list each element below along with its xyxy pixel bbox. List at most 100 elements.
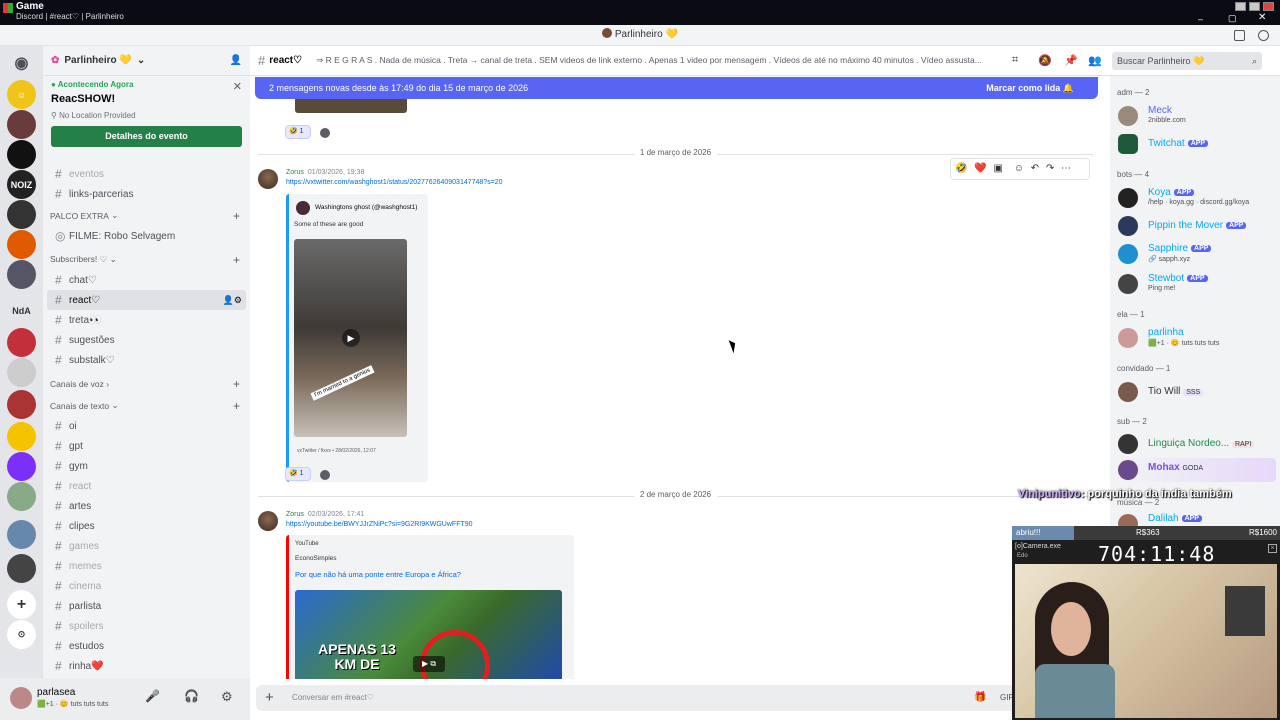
avatar[interactable] [10, 687, 32, 709]
embed-channel[interactable]: EconoSimples [295, 555, 337, 562]
add-reaction-icon[interactable] [320, 470, 330, 480]
channel-parlista[interactable]: # parlista [47, 596, 246, 616]
add-channel-icon[interactable]: + [233, 209, 240, 223]
pin-icon[interactable]: 📌 [1064, 54, 1078, 67]
gift-icon[interactable]: 🎁 [974, 685, 986, 711]
channel-gpt[interactable]: # gpt [47, 436, 246, 456]
forward-icon[interactable]: ↷ [1046, 163, 1054, 174]
reply-icon[interactable]: ↶ [1031, 163, 1039, 174]
server-header[interactable]: ✿ Parlinheiro 💛 ⌄ 👤 [43, 46, 250, 76]
stage-channel[interactable]: ◎ FILME: Robo Selvagem [47, 226, 246, 246]
server-icon-nda[interactable]: NdA [7, 296, 36, 325]
avatar[interactable] [258, 511, 278, 531]
channel-topic[interactable]: ⇒ R E G R A S . Nada de música . Treta →… [316, 55, 1006, 66]
event-details-button[interactable]: Detalhes do evento [51, 126, 242, 147]
channel-react[interactable]: # react [47, 476, 246, 496]
reaction-chip[interactable]: 🤣 1 [285, 467, 311, 481]
member-parlinha[interactable]: parlinha 🟩+1 · 😊 tuts tuts tuts [1118, 326, 1278, 350]
add-channel-icon[interactable]: + [233, 253, 240, 267]
message-author[interactable]: Zorus 02/03/2026, 17:41 [286, 511, 364, 518]
add-channel-icon[interactable]: + [233, 377, 240, 391]
new-messages-bar[interactable]: 2 mensagens novas desde às 17:49 do dia … [255, 77, 1098, 99]
invite-icon[interactable]: 👤 [230, 55, 242, 66]
server-icon-8[interactable] [7, 390, 36, 419]
member-meck[interactable]: Meck 2nibble.com [1118, 104, 1278, 128]
server-icon-7[interactable] [7, 358, 36, 387]
server-icon-11[interactable] [7, 554, 36, 583]
threads-icon[interactable]: ⌗ [1012, 54, 1018, 67]
close-icon[interactable]: ✕ [233, 80, 242, 93]
channel-memes[interactable]: # memes [47, 556, 246, 576]
category-texto[interactable]: Canais de texto ⌄ + [43, 395, 250, 416]
server-icon-noiz[interactable]: NOIZ [7, 170, 36, 199]
channel-games[interactable]: # games [47, 536, 246, 556]
close-icon[interactable]: × [1268, 544, 1277, 553]
user-settings-gear-icon[interactable]: ⚙ [221, 689, 233, 705]
member-mohax[interactable]: Mohax GODA [1118, 458, 1276, 482]
notification-bell-icon[interactable]: 🔕 [1038, 54, 1052, 67]
win-max-icon[interactable]: ▢ [1228, 13, 1237, 24]
channel-spoilers[interactable]: # spoilers [47, 616, 246, 636]
sticker-icon[interactable]: ▣ [993, 163, 1002, 174]
channel-sugestoes[interactable]: # sugestões [47, 330, 246, 350]
search-input[interactable]: Buscar Parlinheiro 💛 ⌕ [1112, 52, 1262, 70]
mark-as-read-button[interactable]: Marcar como lida 🔔 [986, 77, 1074, 99]
member-sapphire[interactable]: Sapphire APP 🔗 sapph.xyz [1118, 242, 1278, 266]
embed-thumbnail[interactable]: APENAS 13 KM DE ▶ ⧉ [295, 590, 562, 679]
minimize-icon[interactable] [1235, 2, 1246, 11]
member-pippin[interactable]: Pippin the Mover APP [1118, 214, 1278, 238]
channel-clipes[interactable]: # clipes [47, 516, 246, 536]
avatar[interactable] [258, 169, 278, 189]
server-folder-2[interactable] [7, 520, 36, 549]
play-icon[interactable]: ▶ [342, 329, 360, 347]
member-tio-will[interactable]: Tio Will SSS [1118, 380, 1278, 404]
channel-treta[interactable]: # treta👀 [47, 310, 246, 330]
server-icon-2[interactable] [7, 140, 36, 169]
message-author[interactable]: Zorus 01/03/2026, 19:38 [286, 169, 364, 176]
member-list-icon[interactable]: 👥 [1088, 54, 1102, 67]
channel-chat[interactable]: # chat♡ [47, 270, 246, 290]
server-icon-5[interactable] [7, 260, 36, 289]
channel-artes[interactable]: # artes [47, 496, 246, 516]
quick-reaction-heart[interactable]: ❤️ [974, 163, 986, 174]
member-koya[interactable]: Koya APP/help · koya.gg · discord.gg/koya [1118, 186, 1278, 210]
category-voz[interactable]: Canais de voz › + [43, 373, 250, 394]
server-icon-10[interactable] [7, 452, 36, 481]
category-subscribers[interactable]: Subscribers! ♡ ⌄ + [43, 249, 250, 270]
add-reaction-icon[interactable] [320, 128, 330, 138]
embed-video[interactable]: ▶ I'm married to a genius [294, 239, 407, 437]
server-icon-smile[interactable]: ☺ [7, 80, 36, 109]
headphones-icon[interactable]: 🎧 [184, 689, 199, 703]
embed-title[interactable]: Por que não há uma ponte entre Europa e … [295, 570, 461, 579]
reaction-chip[interactable]: 🤣 1 [285, 125, 311, 139]
channel-cinema[interactable]: # cinema [47, 576, 246, 596]
maximize-icon[interactable] [1249, 2, 1260, 11]
help-icon[interactable] [1258, 30, 1269, 41]
discord-home-icon[interactable]: ◉ [7, 48, 36, 77]
quick-reaction-laugh[interactable]: 🤣 [955, 163, 967, 174]
server-icon-9[interactable] [7, 422, 36, 451]
server-folder-1[interactable] [7, 482, 36, 511]
message-composer[interactable]: + Conversar em #react♡ 🎁 GIF [256, 685, 1016, 711]
server-icon-3[interactable] [7, 200, 36, 229]
channel-react-active[interactable]: # react♡ 👤⚙ [47, 290, 246, 310]
previous-embed-image[interactable] [295, 99, 407, 113]
more-icon[interactable]: ⋯ [1061, 163, 1071, 174]
channel-gym[interactable]: # gym [47, 456, 246, 476]
server-icon-4[interactable] [7, 230, 36, 259]
add-channel-icon[interactable]: + [233, 399, 240, 413]
add-server-icon[interactable]: + [7, 590, 36, 619]
member-stewbot[interactable]: Stewbot APP Ping me! [1118, 272, 1278, 296]
close-icon[interactable] [1263, 2, 1274, 11]
channel-estudos[interactable]: # estudos [47, 636, 246, 656]
mic-muted-icon[interactable]: 🎤 [145, 689, 160, 703]
message-link[interactable]: https://youtube.be/BWYJJrZNiPc?si=9G2RI9… [286, 521, 473, 528]
server-icon-1[interactable] [7, 110, 36, 139]
server-icon-6[interactable] [7, 328, 36, 357]
inbox-icon[interactable] [1234, 30, 1245, 41]
play-icon[interactable]: ▶ ⧉ [413, 656, 445, 672]
discover-icon[interactable]: ⊙ [7, 620, 36, 649]
category-palco-extra[interactable]: PALCO EXTRA ⌄ + [43, 205, 250, 226]
add-reaction-icon[interactable]: ☺ [1014, 163, 1024, 174]
message-link[interactable]: https://vxtwitter.com/washghost1/status/… [286, 179, 503, 186]
